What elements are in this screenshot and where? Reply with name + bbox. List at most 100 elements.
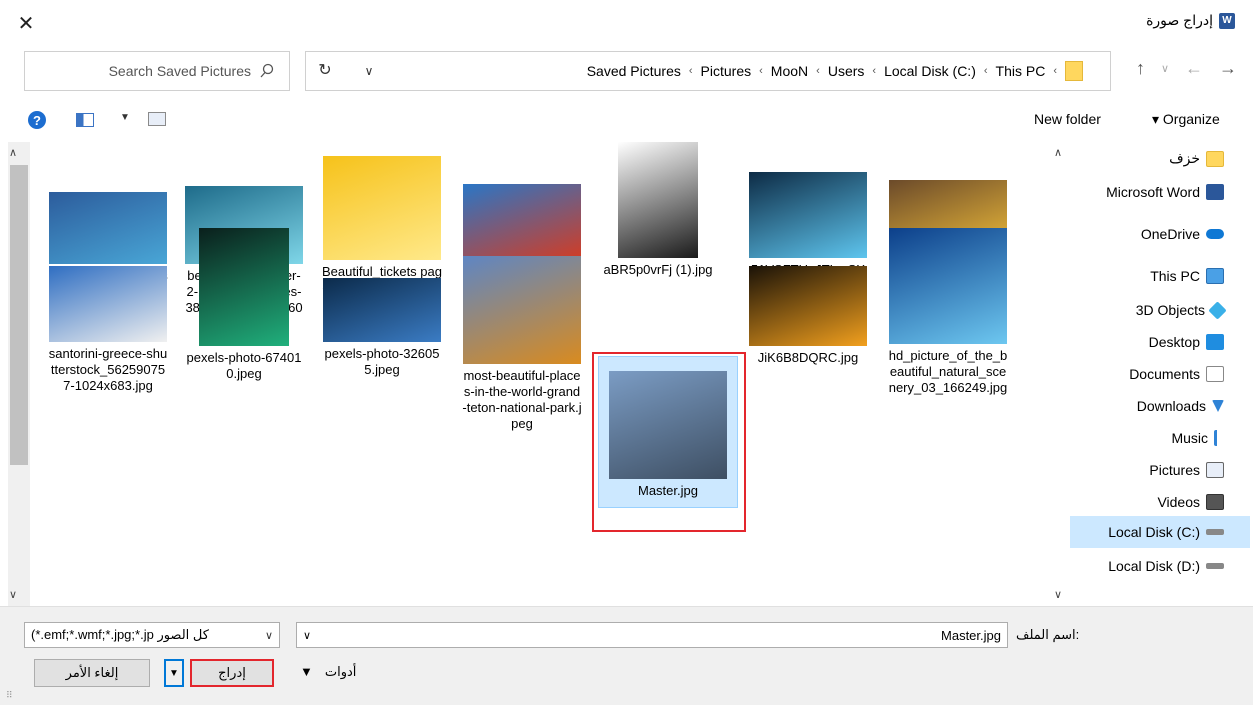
file-thumbnail — [323, 156, 441, 260]
organize-button[interactable]: ▾ Organize — [1152, 111, 1220, 128]
nav-item[interactable]: خزف — [1169, 150, 1224, 167]
nav-item[interactable]: Local Disk (C:) — [1070, 516, 1250, 548]
file-tile[interactable]: pexels-photo-674010.jpeg — [180, 228, 308, 382]
nav-item-label: Microsoft Word — [1106, 184, 1200, 200]
file-tile-body[interactable]: JiK6B8DQRC.jpg — [744, 266, 872, 366]
file-thumbnail — [749, 266, 867, 346]
nav-item-label: Downloads — [1136, 398, 1206, 414]
window-title: إدراج صورة W — [1146, 12, 1235, 29]
resize-grip-icon[interactable]: ⠿ — [6, 690, 13, 701]
folder-icon — [1065, 61, 1083, 81]
nav-item[interactable]: OneDrive — [1141, 226, 1224, 242]
breadcrumb-item[interactable]: Users — [824, 63, 869, 79]
file-thumbnail — [49, 192, 167, 264]
nav-item[interactable]: Music — [1171, 430, 1224, 446]
change-view-icon[interactable] — [148, 112, 166, 126]
file-name-value: Master.jpg — [941, 627, 1001, 643]
nav-item-label: Desktop — [1148, 334, 1200, 350]
help-icon[interactable]: ? — [28, 111, 46, 129]
file-tile[interactable]: santorini-greece-shutterstock_562590757-… — [44, 266, 172, 394]
file-tile[interactable]: most-beautiful-places-in-the-world-grand… — [458, 256, 586, 432]
up-arrow-icon[interactable]: ↑ — [1136, 58, 1145, 79]
nav-item[interactable]: Videos — [1157, 494, 1224, 510]
chevron-down-icon[interactable]: ∨ — [303, 629, 311, 642]
view-options-caret-icon[interactable]: ▼ — [120, 112, 130, 123]
search-input[interactable]: Search Saved Pictures — [24, 51, 290, 91]
nav-item-label: Local Disk (C:) — [1108, 524, 1200, 540]
close-icon[interactable]: ✕ — [14, 12, 38, 36]
nav-item-label: Music — [1171, 430, 1208, 446]
3d-objects-icon — [1208, 300, 1227, 320]
insert-options-caret-icon[interactable]: ▼ — [164, 659, 184, 687]
file-tile-body[interactable]: santorini-greece-shutterstock_562590757-… — [44, 266, 172, 394]
insert-button[interactable]: إدراج — [190, 659, 274, 687]
videos-icon — [1206, 494, 1224, 510]
file-tile-body[interactable]: aBR5p0vrFj (1).jpg — [594, 142, 722, 278]
bottom-bar — [0, 606, 1253, 705]
disk-icon — [1206, 563, 1224, 569]
file-tile-body[interactable]: pexels-photo-674010.jpeg — [180, 228, 308, 382]
file-tile[interactable]: Master.jpg — [598, 356, 738, 508]
back-arrow-icon[interactable]: ← — [1185, 58, 1203, 79]
breadcrumb-separator: ‹ — [816, 65, 820, 77]
breadcrumb-item[interactable]: This PC — [992, 63, 1050, 79]
file-tile-body[interactable]: hd_picture_of_the_beautiful_natural_scen… — [884, 228, 1012, 396]
scroll-down-icon[interactable]: ∨ — [1054, 588, 1062, 601]
breadcrumb: Saved Pictures ‹ Pictures ‹ MooN ‹ Users… — [583, 51, 1083, 91]
new-folder-button[interactable]: New folder — [1034, 111, 1101, 127]
breadcrumb-separator: ‹ — [983, 65, 988, 77]
file-thumbnail — [199, 228, 289, 346]
file-type-select[interactable]: (*.emf;*.wmf;*.jpg;*.jp كل الصور ∨ — [24, 622, 280, 648]
word-icon — [1206, 184, 1224, 200]
nav-item[interactable]: Microsoft Word — [1106, 184, 1224, 200]
file-tile-body[interactable]: pexels-photo-326055.jpeg — [318, 278, 446, 378]
music-icon — [1214, 430, 1224, 446]
file-tile[interactable]: aBR5p0vrFj (1).jpg — [594, 142, 722, 278]
file-tile[interactable]: JiK6B8DQRC.jpg — [744, 266, 872, 366]
file-thumbnail — [463, 184, 581, 264]
nav-item[interactable]: This PC — [1150, 268, 1224, 284]
nav-item[interactable]: Pictures — [1149, 462, 1224, 478]
nav-item-label: 3D Objects — [1135, 302, 1205, 318]
nav-item[interactable]: Downloads — [1137, 398, 1224, 414]
file-tile-body[interactable]: Master.jpg — [598, 356, 738, 508]
recent-chevron-icon[interactable]: ∨ — [1161, 62, 1169, 75]
file-grid: Beautiful-Wallpapers-14.jpgbeautiful-wal… — [0, 142, 1043, 606]
file-thumbnail — [463, 256, 581, 364]
file-tile[interactable]: pexels-photo-326055.jpeg — [318, 278, 446, 378]
file-name: hd_picture_of_the_beautiful_natural_scen… — [888, 348, 1008, 395]
file-name-label: اسم الملف: — [1016, 627, 1080, 642]
breadcrumb-separator: ‹ — [872, 65, 877, 77]
nav-item-label: OneDrive — [1140, 226, 1200, 242]
forward-arrow-icon[interactable]: → — [1219, 58, 1237, 79]
file-thumbnail — [323, 278, 441, 342]
file-name: santorini-greece-shutterstock_562590757-… — [48, 346, 168, 393]
chevron-down-icon[interactable]: ∨ — [356, 60, 382, 82]
window-title-text: إدراج صورة — [1146, 12, 1213, 28]
search-icon — [260, 63, 274, 78]
scroll-up-icon[interactable]: ∧ — [1054, 146, 1062, 159]
nav-item[interactable]: Documents — [1129, 366, 1224, 382]
file-type-value: (*.emf;*.wmf;*.jpg;*.jp كل الصور — [31, 627, 209, 642]
refresh-icon[interactable]: ↻ — [312, 60, 338, 82]
nav-item[interactable]: 3D Objects — [1135, 300, 1227, 320]
file-tile[interactable]: hd_picture_of_the_beautiful_natural_scen… — [884, 228, 1012, 396]
file-name-field[interactable]: ∨ Master.jpg — [296, 622, 1008, 648]
nav-item[interactable]: Local Disk (D:) — [1108, 558, 1224, 574]
tools-menu[interactable]: ▼ أدوات — [300, 664, 356, 680]
breadcrumb-item[interactable]: Pictures — [697, 63, 756, 79]
nav-scrollbar[interactable] — [1048, 142, 1068, 606]
cancel-button[interactable]: إلغاء الأمر — [34, 659, 150, 687]
downloads-icon — [1212, 400, 1224, 412]
folder-icon — [1206, 150, 1224, 167]
file-thumbnail — [618, 142, 698, 258]
preview-pane-icon[interactable] — [76, 113, 94, 127]
breadcrumb-item[interactable]: MooN — [767, 63, 812, 79]
file-thumbnail — [609, 371, 727, 479]
file-thumbnail — [49, 266, 167, 342]
file-thumbnail — [889, 228, 1007, 344]
file-tile-body[interactable]: most-beautiful-places-in-the-world-grand… — [458, 256, 586, 432]
breadcrumb-item[interactable]: Saved Pictures — [583, 63, 685, 79]
nav-item[interactable]: Desktop — [1149, 334, 1224, 350]
breadcrumb-item[interactable]: Local Disk (C:) — [880, 63, 980, 79]
